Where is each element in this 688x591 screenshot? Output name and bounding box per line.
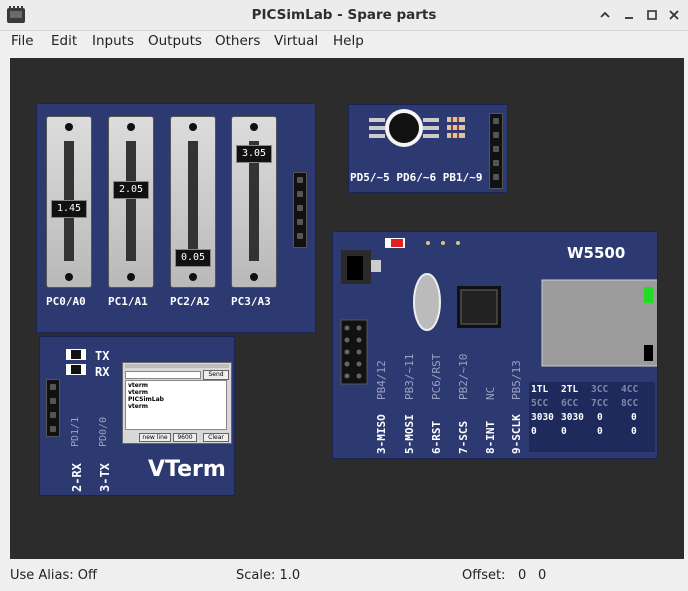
menu-bar: File Edit Inputs Outputs Others Virtual … (0, 31, 688, 53)
pot-label-2: PC2/A2 (170, 295, 210, 308)
w5500-socket-table: 1TL 2TL 3CC 4CC 5CC 6CC 7CC 8CC 3030 303… (529, 382, 655, 452)
vterm-port-0: PD1/1 (70, 416, 81, 447)
menu-inputs[interactable]: Inputs (92, 33, 134, 49)
rgb-led-label: PD5/~5 PD6/~6 PB1/~9 (350, 171, 483, 184)
potentiometer-2[interactable]: 0.05 (170, 116, 216, 288)
pin-header (46, 379, 60, 437)
w5500-pin-3: 7-SCS (457, 420, 470, 454)
potentiometer-0[interactable]: 1.45 (46, 116, 92, 288)
vterm-output: vterm vterm PICSimLab vterm (125, 380, 227, 430)
rx-label: RX (95, 365, 110, 379)
vterm-send-button[interactable]: Send (203, 370, 229, 380)
status-bar: Use Alias: Off Scale: 1.0 Offset: 0 0 (0, 562, 688, 591)
potentiometer-3[interactable]: 3.05 (231, 116, 277, 288)
window-title: PICSimLab - Spare parts (251, 7, 437, 23)
pot-value-1: 2.05 (113, 180, 149, 199)
close-icon[interactable] (666, 7, 682, 23)
potentiometers-part[interactable]: 1.45 2.05 0.05 3.05 PC0/A0 PC1/A1 PC2/A2… (36, 103, 316, 333)
vterm-baud-select[interactable]: 9600 (173, 433, 197, 442)
pot-label-0: PC0/A0 (46, 295, 86, 308)
w5500-pin-1: 5-MOSI (403, 414, 416, 454)
rgb-led-icon (369, 109, 465, 147)
vterm-pin-1: 3-TX (98, 463, 112, 492)
vterm-newline-select[interactable]: new line (139, 433, 171, 442)
pin-header (489, 113, 503, 189)
status-scale: Scale: 1.0 (236, 568, 301, 583)
status-alias: Use Alias: Off (10, 568, 97, 583)
vterm-pin-0: 2-RX (70, 463, 84, 492)
menu-virtual[interactable]: Virtual (274, 33, 318, 49)
pot-value-3: 3.05 (236, 144, 272, 163)
vterm-port-1: PD0/0 (98, 416, 109, 447)
maximize-icon[interactable] (644, 7, 660, 23)
vterm-window[interactable]: Send vterm vterm PICSimLab vterm new lin… (122, 362, 232, 444)
pot-value-0: 1.45 (51, 199, 87, 218)
w5500-port-1: PB3/~11 (403, 353, 416, 400)
vterm-input[interactable] (125, 371, 201, 379)
tx-rx-leds-icon (66, 349, 86, 375)
pin-header (293, 172, 307, 248)
title-bar: PICSimLab - Spare parts (0, 0, 688, 31)
vterm-title: VTerm (148, 457, 226, 482)
status-offset-y: 0 (538, 568, 547, 583)
tx-label: TX (95, 349, 110, 363)
collapse-icon[interactable] (597, 7, 613, 23)
w5500-pin-4: 8-INT (484, 420, 497, 454)
pot-label-1: PC1/A1 (108, 295, 148, 308)
w5500-pin-2: 6-RST (430, 420, 443, 454)
menu-help[interactable]: Help (333, 33, 364, 49)
w5500-port-0: PB4/12 (375, 360, 388, 400)
vterm-part[interactable]: TX RX Send vterm vterm PICSimLab vterm n… (39, 336, 235, 496)
w5500-port-5: PB5/13 (510, 360, 523, 400)
pot-label-3: PC3/A3 (231, 295, 271, 308)
potentiometer-1[interactable]: 2.05 (108, 116, 154, 288)
w5500-pin-0: 3-MISO (375, 414, 388, 454)
menu-edit[interactable]: Edit (51, 33, 77, 49)
status-offset-x: 0 (518, 568, 527, 583)
w5500-port-2: PC6/RST (430, 353, 443, 400)
vterm-clear-button[interactable]: Clear (203, 433, 229, 442)
status-offset-label: Offset: (462, 568, 506, 583)
w5500-part[interactable]: W5500 1TL 2TL 3CC 4CC 5CC 6CC 7CC 8CC 30… (332, 231, 658, 459)
parts-canvas[interactable]: 1.45 2.05 0.05 3.05 PC0/A0 PC1/A1 PC2/A2… (10, 58, 684, 559)
w5500-port-3: PB2/~10 (457, 353, 470, 400)
menu-others[interactable]: Others (215, 33, 260, 49)
menu-outputs[interactable]: Outputs (148, 33, 202, 49)
w5500-pin-5: 9-SCLK (510, 414, 523, 454)
menu-file[interactable]: File (11, 33, 34, 49)
rgb-led-part[interactable]: PD5/~5 PD6/~6 PB1/~9 (348, 104, 508, 193)
minimize-icon[interactable] (621, 7, 637, 23)
pot-value-2: 0.05 (175, 249, 211, 267)
w5500-port-4: NC (484, 386, 497, 400)
